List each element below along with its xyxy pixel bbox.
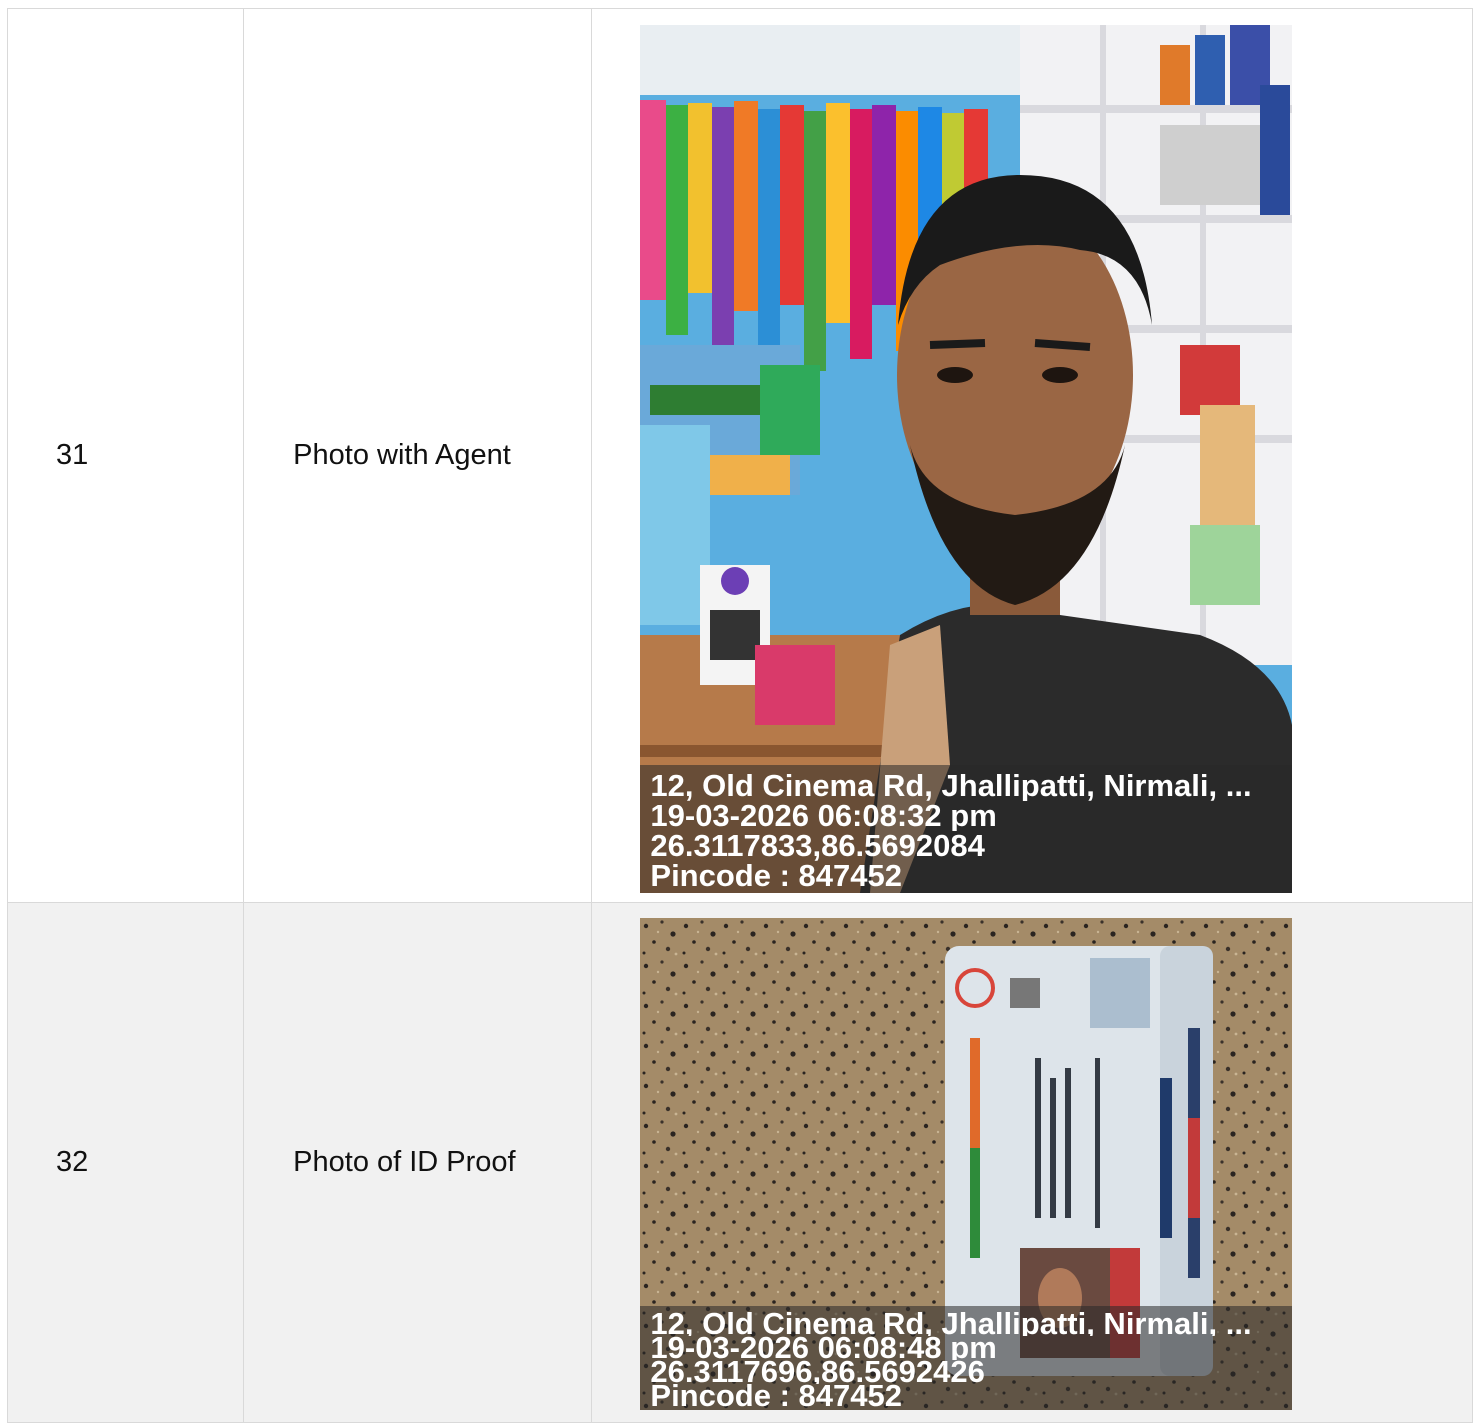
id-proof-photo: 12, Old Cinema Rd, Jhallipatti, Nirmali,… <box>640 918 1293 1410</box>
geotag-address: 12, Old Cinema Rd, Jhallipatti, Nirmali,… <box>650 1312 1252 1336</box>
geotag-datetime: 19-03-2026 06:08:32 pm <box>650 801 997 831</box>
geotag-coordinates: 26.3117696,86.5692426 <box>650 1360 985 1384</box>
agent-selfie-photo: 12, Old Cinema Rd, Jhallipatti, Nirmali,… <box>640 25 1293 893</box>
table-row: 32 Photo of ID Proof 12, Old Cinema Rd, … <box>6 902 1473 1423</box>
photo-geotag-overlay: 12, Old Cinema Rd, Jhallipatti, Nirmali,… <box>640 765 1293 893</box>
geotag-datetime: 19-03-2026 06:08:48 pm <box>650 1336 997 1360</box>
row-number: 32 <box>6 902 245 1423</box>
agent-selfie-illustration <box>640 25 1293 893</box>
photo-cell: 12, Old Cinema Rd, Jhallipatti, Nirmali,… <box>591 902 1473 1423</box>
photo-evidence-table: 31 Photo with Agent 12, Old Cinema Rd, J… <box>6 8 1473 1423</box>
row-label: Photo with Agent <box>243 8 593 903</box>
row-number: 31 <box>6 8 245 903</box>
photo-geotag-overlay: 12, Old Cinema Rd, Jhallipatti, Nirmali,… <box>640 1306 1293 1410</box>
geotag-pincode: Pincode : 847452 <box>650 861 902 891</box>
table-row: 31 Photo with Agent 12, Old Cinema Rd, J… <box>6 8 1473 903</box>
geotag-pincode: Pincode : 847452 <box>650 1384 902 1408</box>
photo-cell: 12, Old Cinema Rd, Jhallipatti, Nirmali,… <box>591 8 1473 903</box>
geotag-address: 12, Old Cinema Rd, Jhallipatti, Nirmali,… <box>650 771 1252 801</box>
geotag-coordinates: 26.3117833,86.5692084 <box>650 831 985 861</box>
row-label: Photo of ID Proof <box>243 902 593 1423</box>
